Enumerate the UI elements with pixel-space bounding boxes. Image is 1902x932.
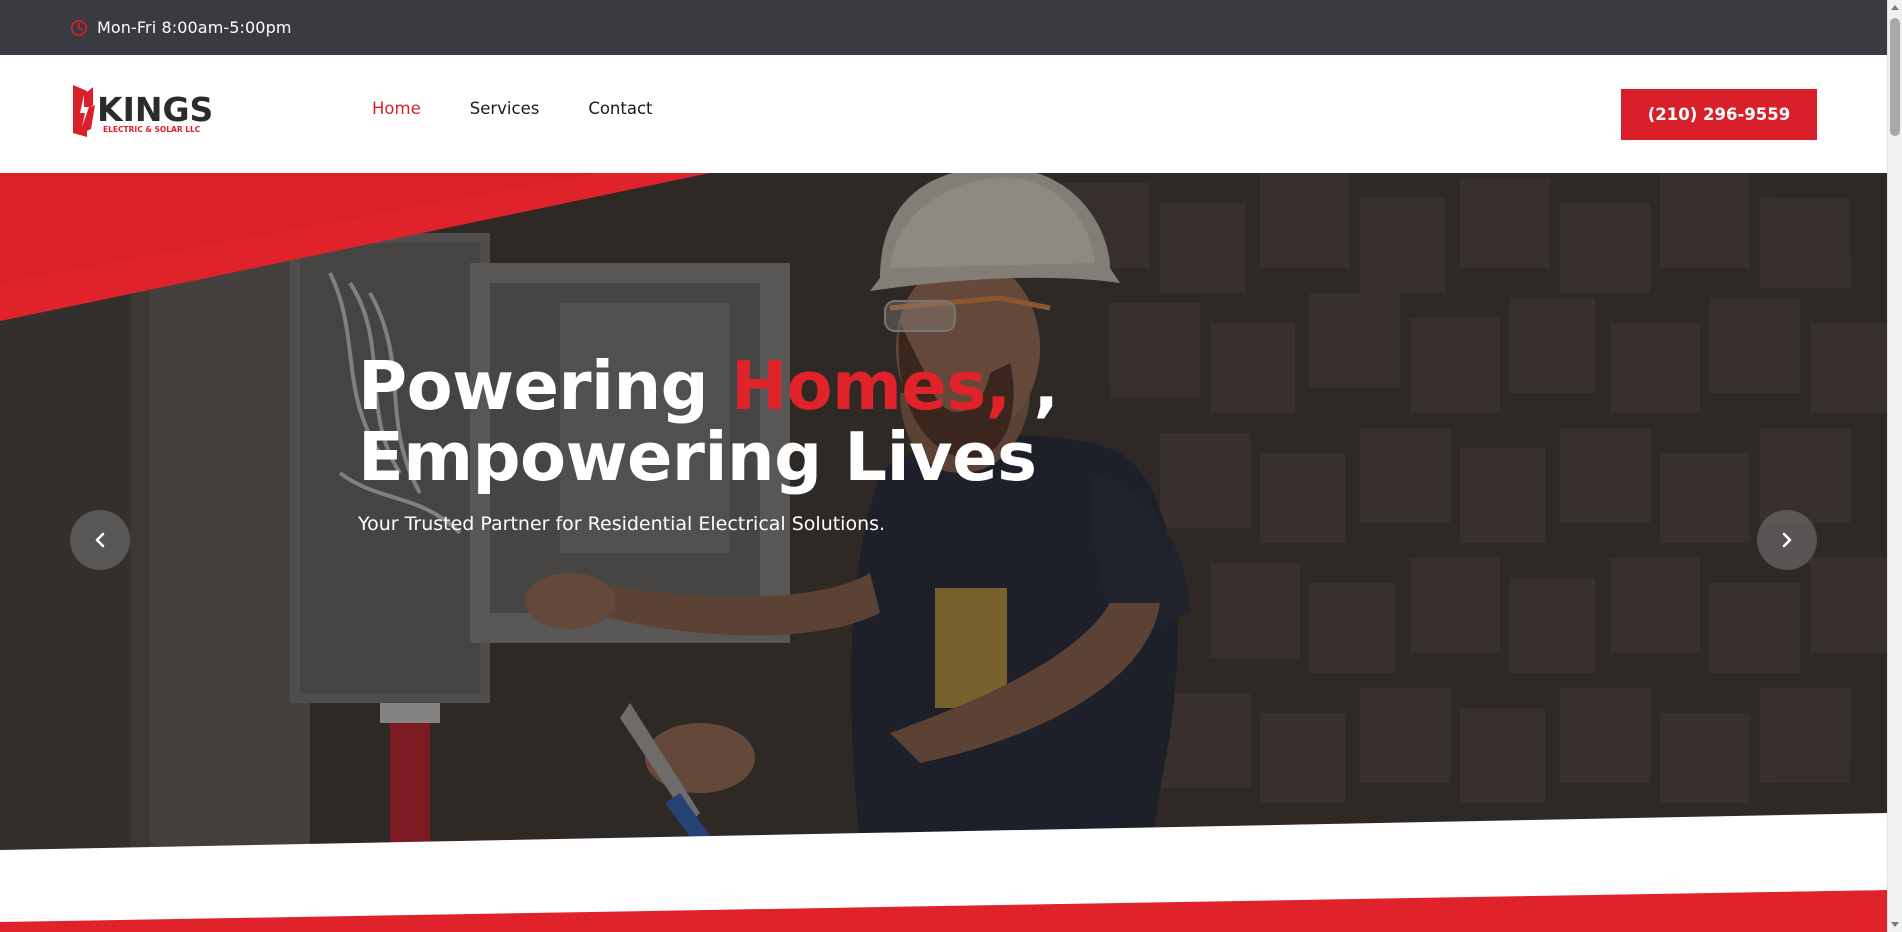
next-section [0,850,1887,932]
logo-mark: KINGS ELECTRIC & SOLAR LLC [73,85,213,137]
scroll-down-arrow-icon[interactable] [1891,922,1899,927]
scroll-up-arrow-icon[interactable] [1891,5,1899,10]
slider-next-button[interactable] [1757,510,1817,570]
slider-prev-button[interactable] [70,510,130,570]
hero-subtitle: Your Trusted Partner for Residential Ele… [358,513,886,535]
hero-heading-highlight: Homes, [730,347,1011,425]
hero-background-image [0,173,1887,850]
chevron-right-icon [1782,532,1792,548]
hero-heading-line2: Empowering Lives [358,418,1037,496]
site-header: KINGS ELECTRIC & SOLAR LLC Home Services… [0,55,1887,173]
logo-subtext: ELECTRIC & SOLAR LLC [103,125,201,134]
logo-wordmark: KINGS [97,90,213,129]
page-scrollbar[interactable] [1887,0,1902,932]
top-info-bar: Mon-Fri 8:00am-5:00pm [0,0,1887,55]
chevron-left-icon [95,532,105,548]
hero-heading-part1: Powering [358,347,731,425]
scrollbar-thumb[interactable] [1890,18,1900,136]
business-hours: Mon-Fri 8:00am-5:00pm [97,18,292,37]
hero-heading: Powering Homes, , Empowering Lives [358,351,1059,496]
nav-services[interactable]: Services [470,99,540,118]
nav-home[interactable]: Home [372,99,421,118]
nav-contact[interactable]: Contact [588,99,652,118]
red-accent-stripe [0,886,1887,932]
main-nav: Home Services Contact [372,99,702,118]
kings-logo[interactable]: KINGS ELECTRIC & SOLAR LLC [71,83,221,139]
hero-heading-part2: , [1010,347,1059,425]
phone-call-button[interactable]: (210) 296-9559 [1621,89,1817,140]
clock-icon [70,19,88,36]
hero-slider: Powering Homes, , Empowering Lives Your … [0,173,1887,850]
